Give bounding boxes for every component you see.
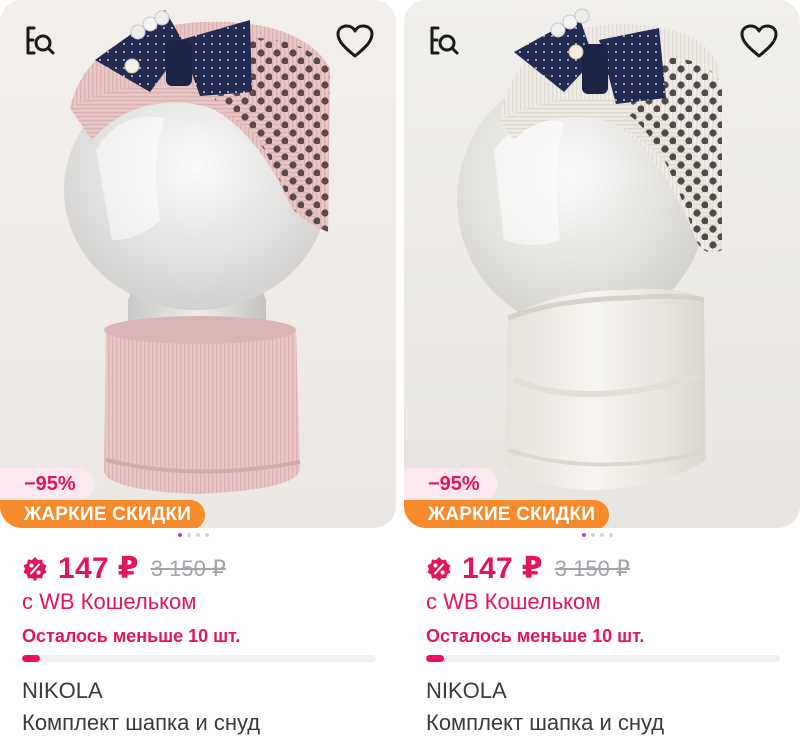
image-dot[interactable] [187, 533, 191, 537]
product-card[interactable]: −95% ЖАРКИЕ СКИДКИ 147 ₽ 3 150 ₽ с WB Ко… [0, 0, 396, 749]
current-price: 147 ₽ [58, 552, 139, 585]
image-dot[interactable] [196, 533, 200, 537]
old-price: 3 150 ₽ [150, 555, 226, 581]
product-image[interactable]: −95% ЖАРКИЕ СКИДКИ [0, 0, 396, 528]
quick-view-button[interactable] [18, 18, 64, 64]
stock-progress-fill [426, 655, 444, 662]
stock-progress-fill [22, 655, 40, 662]
stock-progress [426, 655, 780, 662]
wallet-note: с WB Кошельком [22, 589, 197, 614]
favorite-button[interactable] [736, 18, 782, 64]
quick-view-button[interactable] [422, 18, 468, 64]
stock-progress [22, 655, 376, 662]
product-image[interactable]: −95% ЖАРКИЕ СКИДКИ [404, 0, 800, 528]
product-title[interactable]: Комплект шапка и снуд [426, 710, 664, 736]
image-dot[interactable] [600, 533, 604, 537]
price-row: 147 ₽ 3 150 ₽ [426, 551, 630, 586]
image-pagination [178, 533, 209, 537]
product-card[interactable]: −95% ЖАРКИЕ СКИДКИ 147 ₽ 3 150 ₽ с WB Ко… [404, 0, 800, 749]
percent-badge-icon [427, 556, 451, 581]
product-brand[interactable]: NIKOLA [22, 678, 103, 704]
image-dot[interactable] [609, 533, 613, 537]
percent-badge-icon [23, 556, 47, 581]
favorite-button[interactable] [332, 18, 378, 64]
price-row: 147 ₽ 3 150 ₽ [22, 551, 226, 586]
product-brand[interactable]: NIKOLA [426, 678, 507, 704]
wallet-note: с WB Кошельком [426, 589, 601, 614]
old-price: 3 150 ₽ [554, 555, 630, 581]
image-dot[interactable] [178, 533, 182, 537]
product-photo-cream [457, 8, 722, 490]
quick-view-icon [430, 26, 459, 55]
product-grid: −95% ЖАРКИЕ СКИДКИ 147 ₽ 3 150 ₽ с WB Ко… [0, 0, 800, 749]
image-pagination [582, 533, 613, 537]
image-dot[interactable] [205, 533, 209, 537]
discount-badge: −95% [0, 468, 94, 500]
promo-badge: ЖАРКИЕ СКИДКИ [0, 500, 206, 528]
image-dot[interactable] [582, 533, 586, 537]
product-photo-pink [64, 10, 330, 494]
promo-badge: ЖАРКИЕ СКИДКИ [404, 500, 610, 528]
current-price: 147 ₽ [462, 552, 543, 585]
stock-note: Осталось меньше 10 шт. [426, 626, 645, 646]
heart-icon [740, 24, 778, 58]
heart-icon [336, 24, 374, 58]
image-dot[interactable] [591, 533, 595, 537]
quick-view-icon [26, 26, 55, 55]
product-title[interactable]: Комплект шапка и снуд [22, 710, 260, 736]
stock-note: Осталось меньше 10 шт. [22, 626, 241, 646]
discount-badge: −95% [404, 468, 498, 500]
